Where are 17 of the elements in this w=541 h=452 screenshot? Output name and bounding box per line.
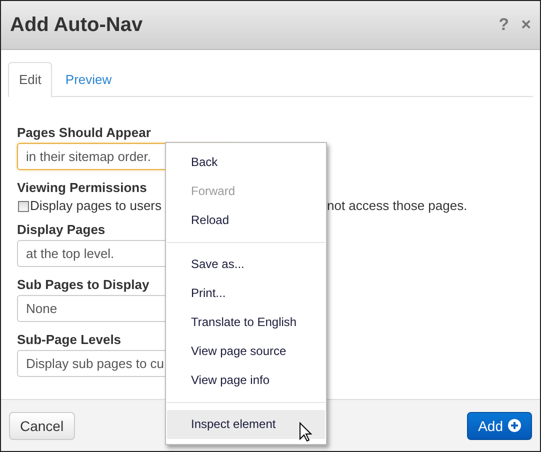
menu-item[interactable]: Inspect element — [167, 410, 325, 439]
field-label: Sub-Page Levels — [17, 333, 122, 347]
checkbox[interactable] — [18, 200, 29, 212]
menu-item[interactable]: Reload — [167, 206, 325, 235]
field-label: Sub Pages to Display — [17, 278, 150, 292]
field-label: Viewing Permissions — [17, 181, 147, 195]
plus-circle-icon — [508, 419, 521, 432]
add-button[interactable]: Add — [467, 412, 532, 440]
field-label: Display Pages — [17, 223, 106, 237]
field-label: Pages Should Appear — [17, 126, 151, 140]
tab[interactable]: Edit — [8, 62, 52, 97]
cancel-button[interactable]: Cancel — [9, 412, 75, 440]
mouse-pointer-icon — [299, 422, 312, 442]
tab[interactable]: Preview — [54, 62, 123, 96]
checkbox-label: not access those pages. — [327, 198, 468, 212]
checkbox-label: Display pages to users — [30, 198, 163, 212]
dialog-title: Add Auto-Nav — [10, 14, 144, 36]
